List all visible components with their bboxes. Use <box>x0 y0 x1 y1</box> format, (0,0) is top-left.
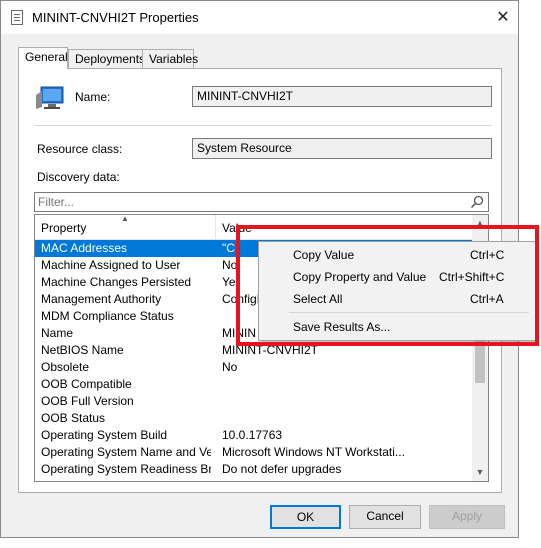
scroll-down-icon[interactable]: ▼ <box>472 464 488 481</box>
cancel-button[interactable]: Cancel <box>349 505 421 529</box>
properties-page-icon <box>11 10 23 25</box>
cell-value: Microsoft Windows NT Workstati... <box>222 445 405 459</box>
cell-property: Machine Changes Persisted <box>41 275 192 289</box>
table-row[interactable]: OOB Compatible <box>35 376 472 393</box>
computer-icon <box>36 86 64 109</box>
annotation-highlight-box <box>236 225 539 346</box>
cell-value: 10.0.17763 <box>222 428 283 442</box>
search-icon[interactable] <box>470 195 484 209</box>
filter-box[interactable] <box>34 192 489 212</box>
table-row[interactable]: Obsolete No <box>35 359 472 376</box>
cell-property: Machine Assigned to User <box>41 258 181 272</box>
resource-class-field[interactable]: System Resource <box>192 138 492 159</box>
cell-property: Obsolete <box>41 360 90 374</box>
ok-button[interactable]: OK <box>270 505 341 529</box>
divider <box>35 125 492 126</box>
title-bar: MININT-CNVHI2T Properties ✕ <box>1 1 518 34</box>
cell-property: Name <box>41 326 74 340</box>
cell-value: No <box>222 360 238 374</box>
apply-button[interactable]: Apply <box>429 505 505 529</box>
close-icon[interactable]: ✕ <box>492 7 514 29</box>
table-row[interactable]: Operating System Readiness Bran... Do not… <box>35 461 472 478</box>
column-separator[interactable] <box>215 215 216 239</box>
cell-property: NetBIOS Name <box>41 343 124 357</box>
discovery-data-label: Discovery data: <box>37 170 120 184</box>
table-row[interactable]: Operating System Name and Versi... Micros… <box>35 444 472 461</box>
name-field[interactable]: MININT-CNVHI2T <box>192 86 492 107</box>
cell-property: MDM Compliance Status <box>41 309 174 323</box>
name-label: Name: <box>75 90 111 104</box>
cell-property: Management Authority <box>41 292 162 306</box>
cell-property: OOB Status <box>41 411 106 425</box>
cell-property: MAC Addresses <box>41 241 128 255</box>
cell-property: Operating System Readiness Bran... <box>41 462 211 476</box>
column-header-property[interactable]: Property <box>41 221 86 235</box>
table-row[interactable]: Operating System Build 10.0.17763 <box>35 427 472 444</box>
tab-general[interactable]: General <box>18 47 68 69</box>
cell-property: OOB Full Version <box>41 394 134 408</box>
filter-input[interactable] <box>38 194 458 210</box>
cell-value: Do not defer upgrades <box>222 462 342 476</box>
resource-class-label: Resource class: <box>37 142 123 156</box>
table-row[interactable]: OOB Status <box>35 410 472 427</box>
cell-property: OOB Compatible <box>41 377 132 391</box>
sort-ascending-icon: ▲ <box>121 214 129 223</box>
window-title: MININT-CNVHI2T Properties <box>32 10 199 25</box>
cell-property: Operating System Build <box>41 428 168 442</box>
tab-variables[interactable]: Variables <box>142 49 198 68</box>
cell-property: Operating System Name and Versi... <box>41 445 211 459</box>
table-row[interactable]: OOB Full Version <box>35 393 472 410</box>
